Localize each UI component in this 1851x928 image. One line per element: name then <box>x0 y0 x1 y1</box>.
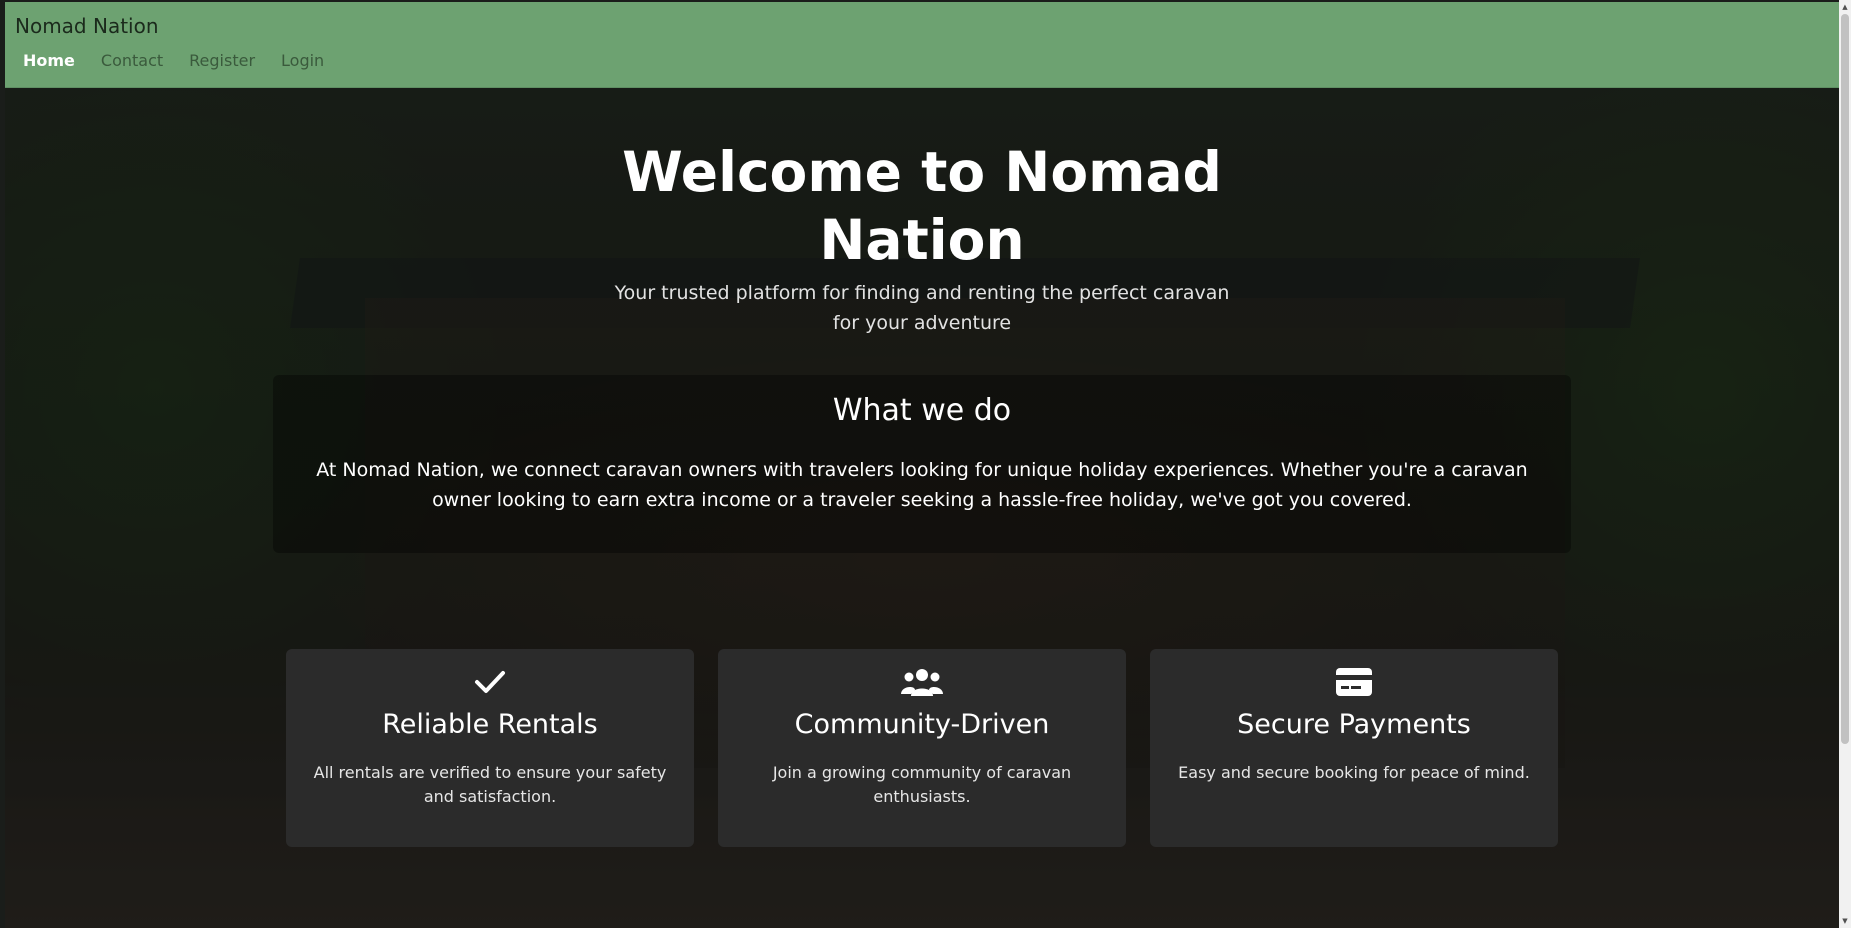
feature-text: All rentals are verified to ensure your … <box>313 763 667 806</box>
feature-card-community-driven: Community-Driven Join a growing communit… <box>718 649 1126 847</box>
hero-subtitle: Your trusted platform for finding and re… <box>5 278 1839 338</box>
nav-link-login[interactable]: Login <box>281 51 324 70</box>
scroll-down-icon[interactable]: ▼ <box>1841 916 1849 926</box>
feature-title: Secure Payments <box>1237 709 1471 740</box>
hero-section: Welcome to Nomad Nation Your trusted pla… <box>5 88 1839 928</box>
hero-subtitle-line1: Your trusted platform for finding and re… <box>614 282 1230 304</box>
nav-links: Home Contact Register Login <box>23 51 324 70</box>
nav-link-contact[interactable]: Contact <box>101 51 163 70</box>
vertical-scrollbar[interactable]: ▲ ▼ <box>1839 0 1851 928</box>
what-we-do-title: What we do <box>832 393 1012 428</box>
page: Nomad Nation Home Contact Register Login… <box>0 0 1851 928</box>
nav-link-register[interactable]: Register <box>189 51 255 70</box>
feature-text: Join a growing community of caravan enth… <box>772 763 1072 806</box>
credit-card-icon <box>1150 665 1558 699</box>
hero-title-line1: Welcome to Nomad <box>622 140 1222 204</box>
feature-card-secure-payments: Secure Payments Easy and secure booking … <box>1150 649 1558 847</box>
users-icon <box>718 665 1126 699</box>
hero-title-line2: Nation <box>819 208 1025 272</box>
navbar: Nomad Nation Home Contact Register Login <box>5 2 1839 88</box>
nav-link-home[interactable]: Home <box>23 51 75 70</box>
brand-logo[interactable]: Nomad Nation <box>15 14 159 38</box>
what-we-do-text: At Nomad Nation, we connect caravan owne… <box>316 459 1528 511</box>
feature-card-reliable-rentals: Reliable Rentals All rentals are verifie… <box>286 649 694 847</box>
feature-text: Easy and secure booking for peace of min… <box>1178 763 1530 782</box>
scroll-up-icon[interactable]: ▲ <box>1841 2 1849 12</box>
hero-subtitle-line2: for your adventure <box>832 312 1012 334</box>
hero-title: Welcome to Nomad Nation <box>5 138 1839 274</box>
feature-title: Community-Driven <box>794 709 1050 740</box>
scrollbar-thumb[interactable] <box>1841 14 1849 744</box>
feature-title: Reliable Rentals <box>382 709 598 740</box>
check-icon <box>286 665 694 699</box>
what-we-do-section: What we do At Nomad Nation, we connect c… <box>273 375 1571 553</box>
